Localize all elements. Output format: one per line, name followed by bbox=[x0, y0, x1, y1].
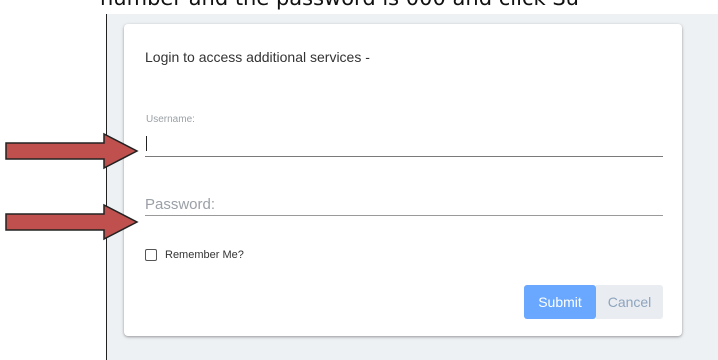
arrow-right-icon bbox=[5, 203, 139, 241]
text-cursor bbox=[146, 136, 147, 151]
username-field[interactable]: Username: bbox=[145, 114, 663, 157]
remember-me-option[interactable]: Remember Me? bbox=[145, 249, 244, 261]
username-input[interactable] bbox=[145, 134, 663, 154]
password-input[interactable] bbox=[145, 194, 663, 214]
remember-me-checkbox[interactable] bbox=[145, 249, 157, 261]
password-field[interactable] bbox=[145, 190, 663, 216]
instruction-caption: number and the password is 000 and click… bbox=[100, 0, 579, 10]
cancel-button[interactable]: Cancel bbox=[596, 285, 663, 319]
login-card: Login to access additional services - Us… bbox=[124, 24, 682, 336]
username-label: Username: bbox=[146, 114, 195, 125]
remember-me-label: Remember Me? bbox=[165, 249, 244, 261]
submit-button[interactable]: Submit bbox=[524, 285, 596, 319]
login-card-title: Login to access additional services - bbox=[145, 49, 370, 65]
arrow-right-icon bbox=[5, 132, 139, 170]
